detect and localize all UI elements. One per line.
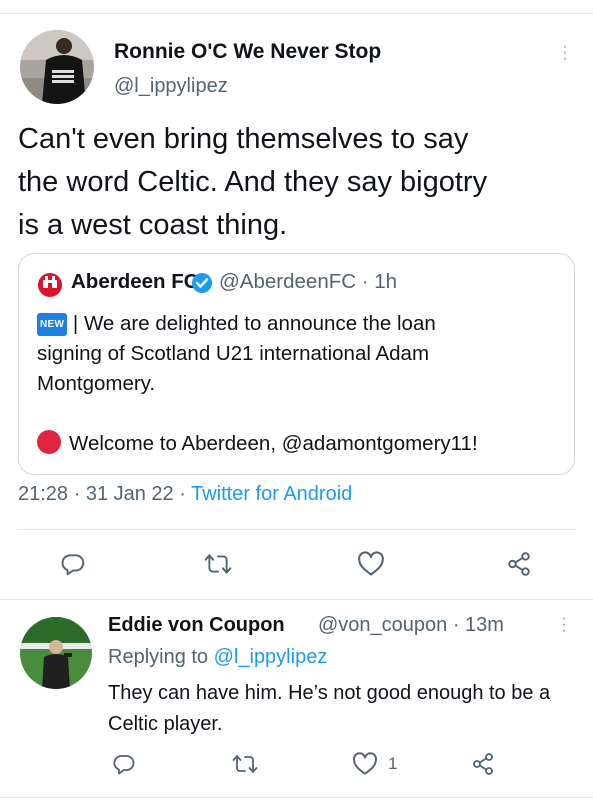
quoted-text: | We are delighted to announce the loan [67, 312, 436, 335]
more-icon[interactable]: · · · [560, 39, 570, 67]
author-handle[interactable]: @l_ippylipez [114, 75, 228, 98]
replying-to-handle[interactable]: @l_ippylipez [214, 646, 328, 668]
quoted-welcome-line: Welcome to Aberdeen, @adamontgomery11! [37, 429, 478, 459]
replying-to: Replying to @l_ippylipez [108, 646, 327, 669]
share-icon [473, 753, 493, 775]
reply-retweet-button[interactable] [232, 752, 258, 776]
red-circle-icon [37, 430, 61, 454]
like-icon [358, 551, 384, 576]
bottom-divider [0, 797, 593, 798]
quoted-text-line2: signing of Scotland U21 international Ad… [37, 342, 430, 365]
quoted-text-line3: Montgomery. [37, 372, 156, 395]
retweet-icon [204, 554, 232, 574]
share-icon [508, 552, 530, 576]
replying-to-label: Replying to [108, 646, 214, 668]
top-divider [0, 13, 593, 14]
like-button[interactable] [357, 551, 385, 577]
reply-more-icon[interactable]: · · · [559, 611, 569, 639]
meta-divider [18, 529, 576, 530]
tweet-text: Can't even bring themselves to say the w… [18, 118, 578, 247]
reply-author-name[interactable]: Eddie von Coupon [108, 614, 285, 637]
avatar[interactable] [20, 30, 94, 104]
reply-avatar[interactable] [20, 617, 92, 689]
quoted-tweet[interactable]: Aberdeen FC @AberdeenFC · 1h NEW | We ar… [18, 253, 575, 475]
reply-handle-time[interactable]: @von_coupon · 13m [318, 614, 504, 637]
tweet-text-line: the word Celtic. And they say bigotry [18, 166, 488, 198]
tweet-meta: 21:28 · 31 Jan 22 · Twitter for Android [18, 483, 352, 506]
tweet-timestamp[interactable]: 21:28 · 31 Jan 22 · [18, 483, 191, 505]
tweet-source-link[interactable]: Twitter for Android [191, 483, 352, 505]
like-icon [353, 752, 377, 775]
reply-like-button[interactable]: 1 [352, 752, 397, 776]
retweet-button[interactable] [204, 551, 232, 577]
aberdeen-crest-icon [38, 273, 62, 297]
quoted-welcome-text: Welcome to Aberdeen, @adamontgomery11! [69, 432, 478, 455]
quoted-author-name[interactable]: Aberdeen FC [71, 270, 199, 294]
retweet-icon [232, 755, 258, 773]
like-count: 1 [388, 754, 398, 773]
new-badge-icon: NEW [37, 313, 68, 336]
thread-divider [0, 599, 593, 600]
reply-share-button[interactable] [471, 752, 495, 776]
reply-button[interactable] [60, 551, 86, 577]
reply-icon [61, 554, 85, 576]
tweet-text-line: Can't even bring themselves to say [18, 123, 469, 155]
quoted-text-line1: NEW | We are delighted to announce the l… [37, 309, 436, 339]
verified-icon [192, 273, 212, 293]
share-button[interactable] [506, 551, 532, 577]
reply-reply-button[interactable] [112, 752, 136, 776]
quoted-handle-time[interactable]: @AberdeenFC · 1h [219, 270, 397, 294]
reply-icon [113, 755, 135, 775]
reply-text: They can have him. He’s not good enough … [108, 682, 551, 735]
author-name[interactable]: Ronnie O'C We Never Stop [114, 40, 381, 64]
tweet-text-line: is a west coast thing. [18, 209, 288, 241]
